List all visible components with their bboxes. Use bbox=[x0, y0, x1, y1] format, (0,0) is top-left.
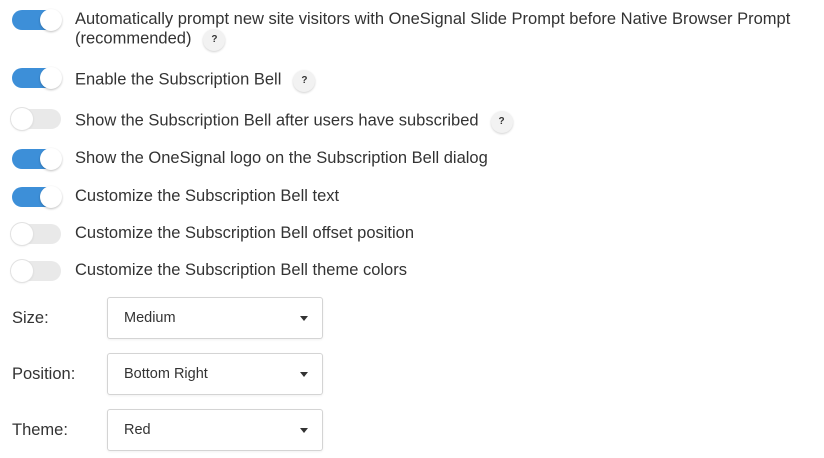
toggle-row-customize-theme: Customize the Subscription Bell theme co… bbox=[11, 260, 407, 282]
show-after-subscribed-label-text: Show the Subscription Bell after users h… bbox=[75, 111, 479, 130]
toggle-knob bbox=[40, 9, 62, 31]
size-field: Size: Medium bbox=[12, 297, 323, 339]
caret-down-icon bbox=[300, 316, 308, 321]
toggle-row-customize-offset: Customize the Subscription Bell offset p… bbox=[11, 223, 415, 245]
position-select-value: Bottom Right bbox=[124, 366, 208, 382]
toggle-knob bbox=[40, 186, 62, 208]
help-icon[interactable]: ? bbox=[490, 111, 513, 133]
enable-bell-toggle[interactable] bbox=[12, 67, 62, 89]
show-after-subscribed-label: Show the Subscription Bell after users h… bbox=[75, 109, 513, 133]
position-select[interactable]: Bottom Right bbox=[107, 353, 323, 395]
toggle-knob bbox=[11, 108, 33, 130]
slide-prompt-label: Automatically prompt new site visitors w… bbox=[75, 10, 791, 51]
slide-prompt-label-line2-text: (recommended) bbox=[75, 29, 192, 48]
customize-offset-label: Customize the Subscription Bell offset p… bbox=[75, 224, 415, 242]
toggle-knob bbox=[40, 67, 62, 89]
position-label: Position: bbox=[12, 364, 76, 383]
customize-theme-label: Customize the Subscription Bell theme co… bbox=[75, 261, 407, 279]
toggle-row-enable-bell: Enable the Subscription Bell? bbox=[12, 67, 316, 92]
size-label: Size: bbox=[12, 308, 49, 327]
position-field: Position: Bottom Right bbox=[12, 353, 323, 395]
toggle-row-show-after-subscribed: Show the Subscription Bell after users h… bbox=[11, 108, 513, 133]
show-logo-label: Show the OneSignal logo on the Subscript… bbox=[75, 149, 488, 167]
toggle-row-show-logo: Show the OneSignal logo on the Subscript… bbox=[12, 148, 488, 170]
help-icon[interactable]: ? bbox=[293, 70, 316, 92]
show-logo-toggle[interactable] bbox=[12, 148, 62, 170]
toggle-row-slide-prompt: Automatically prompt new site visitors w… bbox=[12, 9, 791, 51]
customize-text-toggle[interactable] bbox=[12, 186, 62, 208]
show-after-subscribed-toggle[interactable] bbox=[11, 108, 61, 130]
enable-bell-label: Enable the Subscription Bell? bbox=[75, 68, 316, 92]
theme-field: Theme: Red bbox=[12, 409, 323, 451]
customize-text-label: Customize the Subscription Bell text bbox=[75, 187, 340, 205]
slide-prompt-toggle[interactable] bbox=[12, 9, 62, 31]
theme-label: Theme: bbox=[12, 420, 68, 439]
caret-down-icon bbox=[300, 428, 308, 433]
help-icon[interactable]: ? bbox=[203, 29, 226, 51]
toggle-knob bbox=[11, 223, 33, 245]
customize-theme-toggle[interactable] bbox=[11, 260, 61, 282]
toggle-knob bbox=[11, 260, 33, 282]
enable-bell-label-text: Enable the Subscription Bell bbox=[75, 70, 282, 89]
slide-prompt-label-line1: Automatically prompt new site visitors w… bbox=[75, 10, 791, 28]
toggle-knob bbox=[40, 148, 62, 170]
caret-down-icon bbox=[300, 372, 308, 377]
size-select-value: Medium bbox=[124, 310, 176, 326]
size-select[interactable]: Medium bbox=[107, 297, 323, 339]
theme-select-value: Red bbox=[124, 422, 151, 438]
slide-prompt-label-line2: (recommended)? bbox=[75, 28, 790, 51]
customize-offset-toggle[interactable] bbox=[11, 223, 61, 245]
theme-select[interactable]: Red bbox=[107, 409, 323, 451]
subscription-bell-settings: Automatically prompt new site visitors w… bbox=[0, 0, 824, 458]
toggle-row-customize-text: Customize the Subscription Bell text bbox=[12, 186, 340, 208]
